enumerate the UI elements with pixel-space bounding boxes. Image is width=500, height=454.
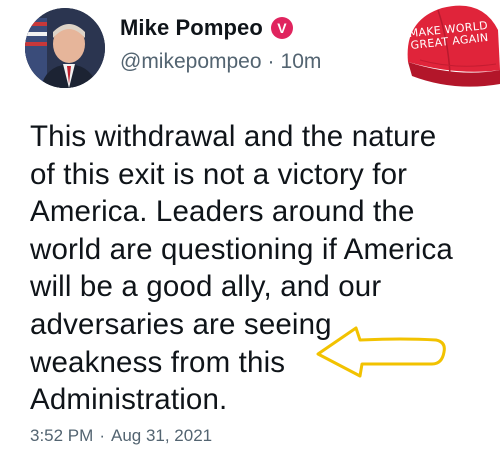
separator-dot: ·	[267, 50, 275, 73]
post-date[interactable]: Aug 31, 2021	[111, 426, 212, 446]
verified-badge-icon: V	[270, 17, 293, 39]
handle-row: @mikepompeo · 10m	[120, 50, 321, 74]
tweet-line: America. Leaders around the	[30, 195, 415, 229]
tweet-header: Mike Pompeo V @mikepompeo · 10m	[120, 14, 321, 74]
separator-dot: ·	[99, 426, 105, 445]
avatar[interactable]	[25, 8, 105, 88]
tweet-line: Administration.	[30, 383, 228, 417]
post-time[interactable]: 3:52 PM	[30, 426, 93, 446]
left-arrow-annotation-icon	[316, 326, 446, 378]
tweet-line: This withdrawal and the nature	[30, 120, 437, 153]
tweet-card: Mike Pompeo V @mikepompeo · 10m MAKE WOR…	[0, 0, 500, 454]
red-cap-sticker: MAKE WORLD GREAT AGAIN	[398, 0, 500, 100]
author-display-name[interactable]: Mike Pompeo	[120, 15, 263, 41]
relative-timestamp[interactable]: 10m	[281, 50, 322, 74]
name-row: Mike Pompeo V	[120, 14, 321, 42]
tweet-line: of this exit is not a victory for	[30, 157, 408, 191]
tweet-line: will be a good ally, and our	[30, 270, 382, 304]
tweet-line: world are questioning if America	[30, 232, 453, 266]
author-handle[interactable]: @mikepompeo	[120, 50, 262, 74]
tweet-footer: 3:52 PM · Aug 31, 2021	[30, 426, 212, 446]
